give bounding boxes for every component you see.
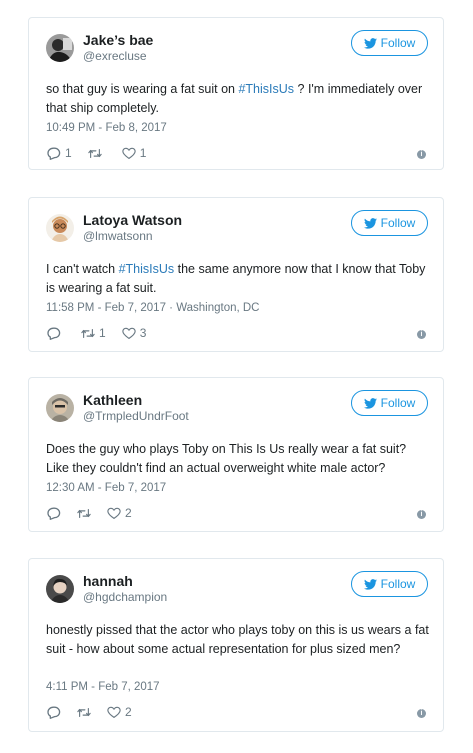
heart-icon xyxy=(107,706,121,718)
tweet-text: so that guy is wearing a fat suit on #Th… xyxy=(46,82,423,115)
tweet-actions: 2 xyxy=(47,705,148,719)
retweet-icon xyxy=(77,707,91,717)
retweet-icon xyxy=(81,328,95,338)
twitter-bird-icon xyxy=(363,578,377,590)
author-handle[interactable]: @hgdchampion xyxy=(83,590,167,604)
tweet-card: Jake’s bae @exrecluse Follow so that guy… xyxy=(28,17,444,170)
follow-button[interactable]: Follow xyxy=(351,571,428,597)
hashtag-link[interactable]: #ThisIsUs xyxy=(238,82,294,96)
tweet-card: hannah @hgdchampion Follow honestly piss… xyxy=(28,558,444,732)
author-name[interactable]: Latoya Watson xyxy=(83,212,182,228)
like-count: 1 xyxy=(139,146,147,160)
follow-button[interactable]: Follow xyxy=(351,30,428,56)
tweet-actions: 1 3 xyxy=(47,326,162,340)
follow-button[interactable]: Follow xyxy=(351,210,428,236)
tweet-card: Latoya Watson @lmwatsonn Follow I can't … xyxy=(28,197,444,352)
like-count: 2 xyxy=(125,506,132,520)
retweet-icon xyxy=(87,148,102,158)
avatar[interactable] xyxy=(46,394,74,422)
reply-button[interactable]: 1 xyxy=(47,146,72,160)
heart-icon xyxy=(121,147,136,159)
avatar[interactable] xyxy=(46,34,74,62)
reply-button[interactable] xyxy=(47,706,61,719)
follow-button[interactable]: Follow xyxy=(351,390,428,416)
like-count: 2 xyxy=(125,705,132,719)
like-button[interactable]: 2 xyxy=(107,705,132,719)
reply-icon xyxy=(47,327,61,340)
follow-label: Follow xyxy=(380,577,416,591)
tweet-actions: 2 xyxy=(47,506,148,520)
tweet-text: honestly pissed that the actor who plays… xyxy=(46,623,429,656)
info-icon[interactable]: i xyxy=(417,150,426,159)
twitter-bird-icon xyxy=(363,397,377,409)
avatar[interactable] xyxy=(46,575,74,603)
reply-count: 1 xyxy=(65,146,72,160)
author-handle[interactable]: @lmwatsonn xyxy=(83,229,153,243)
author-name[interactable]: Kathleen xyxy=(83,392,142,408)
heart-icon xyxy=(107,507,121,519)
like-count: 3 xyxy=(139,326,147,340)
retweet-count: 1 xyxy=(99,326,106,340)
tweet-text: Does the guy who plays Toby on This Is U… xyxy=(46,442,407,475)
heart-icon xyxy=(121,327,136,339)
like-button[interactable]: 1 xyxy=(121,146,147,160)
twitter-bird-icon xyxy=(363,217,377,229)
retweet-button[interactable]: 1 xyxy=(81,326,106,340)
author-handle[interactable]: @exrecluse xyxy=(83,49,147,63)
tweet-card: Kathleen @TrmpledUndrFoot Follow Does th… xyxy=(28,377,444,532)
info-icon[interactable]: i xyxy=(417,510,426,519)
author-handle[interactable]: @TrmpledUndrFoot xyxy=(83,409,189,423)
author-name[interactable]: Jake’s bae xyxy=(83,32,153,48)
retweet-button[interactable] xyxy=(77,706,91,719)
reply-button[interactable] xyxy=(47,327,65,340)
like-button[interactable]: 2 xyxy=(107,506,132,520)
tweet-actions: 1 1 xyxy=(47,146,162,160)
hashtag-link[interactable]: #ThisIsUs xyxy=(119,262,175,276)
like-button[interactable]: 3 xyxy=(121,326,147,340)
timestamp[interactable]: 11:58 PM - Feb 7, 2017 · Washington, DC xyxy=(46,302,260,314)
follow-label: Follow xyxy=(380,36,416,50)
reply-button[interactable] xyxy=(47,507,61,520)
follow-label: Follow xyxy=(380,216,416,230)
timestamp[interactable]: 12:30 AM - Feb 7, 2017 xyxy=(46,482,166,494)
retweet-button[interactable] xyxy=(77,507,91,520)
timestamp[interactable]: 10:49 PM - Feb 8, 2017 xyxy=(46,122,167,134)
reply-icon xyxy=(47,706,61,719)
avatar[interactable] xyxy=(46,214,74,242)
twitter-bird-icon xyxy=(363,37,377,49)
reply-icon xyxy=(47,507,61,520)
retweet-button[interactable] xyxy=(87,147,106,160)
author-name[interactable]: hannah xyxy=(83,573,133,589)
info-icon[interactable]: i xyxy=(417,709,426,718)
info-icon[interactable]: i xyxy=(417,330,426,339)
retweet-icon xyxy=(77,508,91,518)
timestamp[interactable]: 4:11 PM - Feb 7, 2017 xyxy=(46,681,160,693)
tweet-text: I can't watch #ThisIsUs the same anymore… xyxy=(46,262,426,295)
reply-icon xyxy=(47,147,61,160)
follow-label: Follow xyxy=(380,396,416,410)
